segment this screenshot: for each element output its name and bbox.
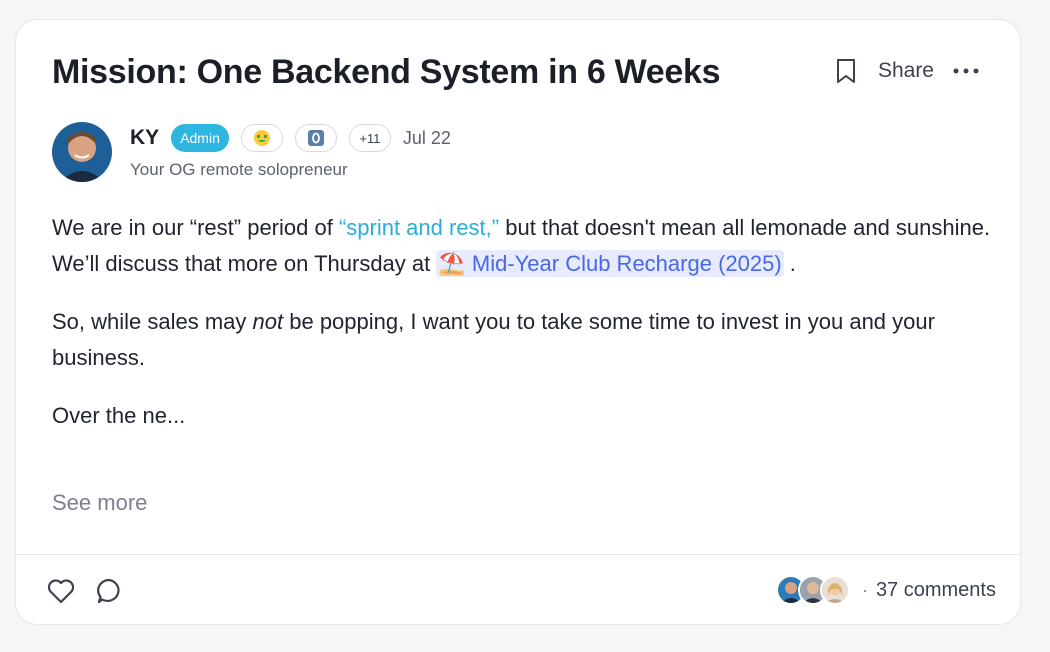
- comments-count-link[interactable]: 37 comments: [876, 579, 996, 602]
- separator-dot: ·: [861, 579, 868, 600]
- post-paragraph-2: So, while sales may not be popping, I wa…: [52, 304, 992, 376]
- comments-summary: · 37 comments: [775, 574, 996, 606]
- author-tagline: Your OG remote solopreneur: [130, 160, 348, 179]
- author-name[interactable]: KY: [130, 126, 159, 150]
- author-avatar[interactable]: [52, 122, 112, 182]
- paragraph-text: So, while sales may: [52, 309, 253, 334]
- share-button[interactable]: Share: [878, 59, 934, 83]
- emphasis-text: not: [252, 309, 284, 334]
- event-link[interactable]: ⛱️ Mid-Year Club Recharge (2025): [436, 250, 784, 277]
- paragraph-text: .: [783, 251, 796, 276]
- comment-bubble-icon[interactable]: [94, 576, 124, 606]
- more-badges-count[interactable]: +11: [348, 124, 391, 152]
- money-face-badge-icon[interactable]: [240, 124, 283, 152]
- author-name-row: KY Admin +11 Jul 22: [130, 124, 451, 152]
- post-title[interactable]: Mission: One Backend System in 6 Weeks: [52, 50, 721, 94]
- commenter-avatar[interactable]: [819, 575, 850, 605]
- sprint-and-rest-link[interactable]: “sprint and rest,”: [339, 215, 499, 240]
- post-date: Jul 22: [402, 127, 451, 148]
- post-paragraph-3: Over the ne...: [52, 403, 186, 428]
- commenter-avatars: [775, 575, 850, 605]
- zero-badge-icon[interactable]: [294, 124, 337, 152]
- post-paragraph-1: We are in our “rest” period of “sprint a…: [52, 210, 992, 282]
- see-more-link[interactable]: See more: [52, 490, 147, 516]
- post-body: We are in our “rest” period of “sprint a…: [52, 210, 992, 456]
- post-actions: Share: [834, 56, 980, 86]
- paragraph-text: We are in our “rest” period of: [52, 215, 339, 240]
- more-horizontal-icon[interactable]: [952, 61, 980, 81]
- reaction-buttons: [46, 576, 124, 606]
- bookmark-icon[interactable]: [834, 57, 858, 85]
- heart-icon[interactable]: [46, 576, 76, 606]
- footer-divider: [16, 554, 1020, 555]
- admin-badge: Admin: [171, 124, 229, 152]
- post-card: Mission: One Backend System in 6 Weeks S…: [15, 19, 1021, 625]
